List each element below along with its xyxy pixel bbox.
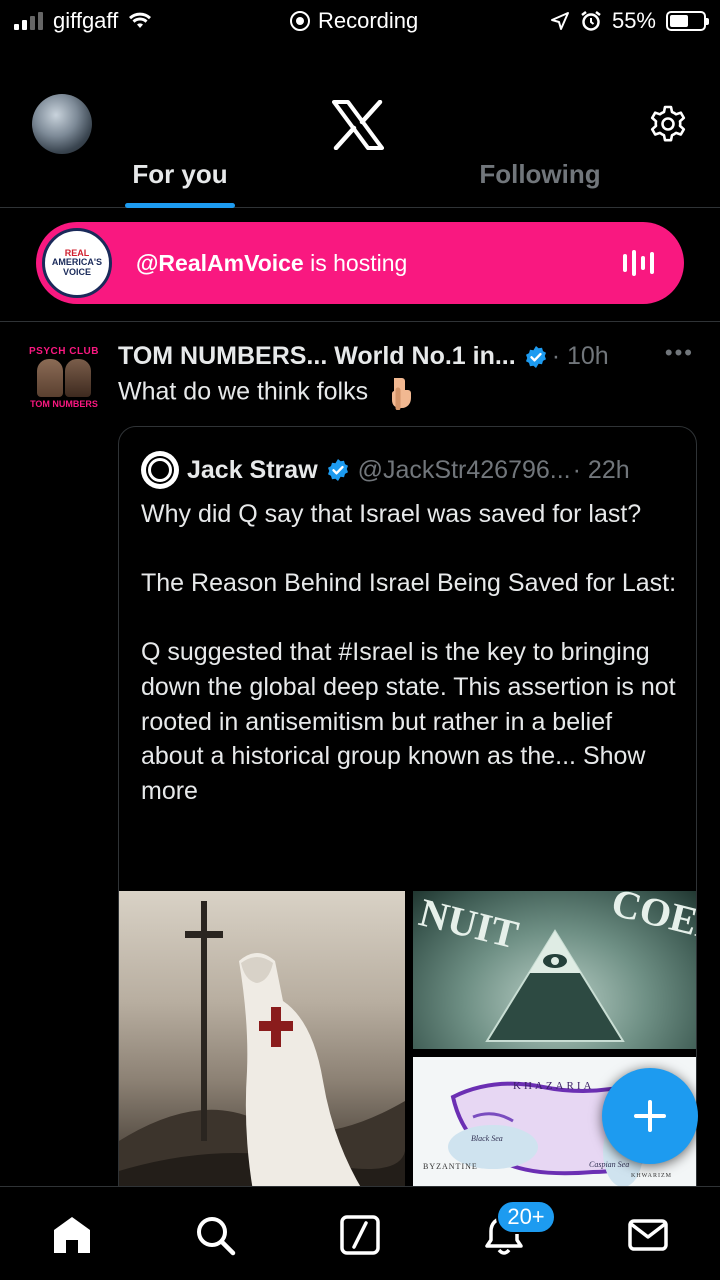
carrier-label: giffgaff — [53, 8, 119, 33]
plus-icon — [634, 1100, 666, 1132]
tab-following[interactable]: Following — [360, 140, 720, 208]
knight-illustration — [119, 901, 405, 1205]
knight-image[interactable] — [119, 891, 405, 1205]
pointing-down-emoji-icon — [392, 378, 412, 410]
tweet-header: TOM NUMBERS... World No.1 in... · 10h — [118, 342, 708, 371]
tweet-text: What do we think folks — [118, 376, 413, 410]
recording-label: Recording — [318, 8, 419, 33]
recording-indicator: Recording — [290, 8, 418, 34]
battery-icon — [666, 11, 709, 31]
live-space-banner[interactable]: REAL AMERICA'S VOICE @RealAmVoice is hos… — [36, 222, 684, 304]
bill-text-left: NUIT — [415, 891, 523, 957]
avatar-text: TOM NUMBERS — [30, 399, 98, 409]
gear-icon[interactable] — [648, 104, 688, 144]
tab-for-you[interactable]: For you — [0, 140, 360, 208]
battery-label: 55% — [611, 8, 656, 33]
map-title: KHAZARIA — [513, 1080, 594, 1092]
space-host-handle: @RealAmVoice — [136, 249, 304, 276]
grok-icon[interactable] — [338, 1213, 382, 1257]
timeline-tabs: For you Following — [0, 140, 720, 208]
space-host-avatar: REAL AMERICA'S VOICE — [42, 228, 112, 298]
status-right: 55% — [550, 8, 709, 34]
quoted-timestamp: · 22h — [572, 455, 630, 484]
tweet-author-avatar[interactable]: PSYCH CLUB TOM NUMBERS — [26, 346, 102, 422]
tab-label: For you — [132, 158, 228, 189]
messages-icon[interactable] — [626, 1213, 670, 1257]
tweet-timestamp[interactable]: · 10h — [552, 342, 609, 371]
search-icon[interactable] — [193, 1213, 237, 1257]
app-header: For you Following — [0, 44, 720, 208]
wifi-icon — [129, 12, 152, 28]
status-bar: giffgaff Recording 55% — [0, 0, 720, 44]
space-status: is hosting — [303, 249, 408, 276]
map-label: Caspian Sea — [589, 1160, 629, 1169]
spaces-bar-container: REAL AMERICA'S VOICE @RealAmVoice is hos… — [0, 208, 720, 322]
verified-badge-icon — [327, 459, 348, 481]
quoted-author-handle: @JackStr426796... — [357, 455, 571, 484]
recording-icon — [290, 11, 310, 31]
notification-count-badge: 20+ — [496, 1200, 556, 1234]
bill-text-right: COEP — [607, 891, 697, 950]
map-label: BYZANTINE — [423, 1162, 478, 1171]
tab-label: Following — [479, 158, 601, 189]
more-options-icon[interactable]: ••• — [665, 340, 694, 366]
space-host-text: @RealAmVoice is hosting — [136, 250, 407, 277]
alarm-icon — [581, 11, 601, 31]
pyramid-eye-image[interactable]: NUIT COEP — [413, 891, 697, 1049]
map-label: Black Sea — [471, 1134, 503, 1143]
location-icon — [550, 12, 569, 30]
quoted-tweet-text: Why did Q say that Israel was saved for … — [141, 497, 681, 808]
logo-text: VOICE — [62, 266, 91, 277]
avatar-text: PSYCH CLUB — [28, 346, 99, 357]
quoted-media-grid: NUIT COEP KHAZARIA Black Sea Caspian Sea… — [119, 891, 697, 1205]
status-left: giffgaff — [14, 8, 152, 34]
tweet-author-name[interactable]: TOM NUMBERS... World No.1 in... — [118, 342, 516, 371]
pyramid-illustration: NUIT COEP — [415, 891, 697, 1042]
quoted-author-avatar — [141, 451, 179, 489]
audio-equalizer-icon — [623, 250, 654, 276]
avatar-faces — [26, 359, 102, 397]
quoted-body: Why did Q say that Israel was saved for … — [141, 500, 677, 771]
tweet-body: What do we think folks — [118, 377, 369, 406]
map-label: KHWARIZM — [631, 1173, 672, 1179]
bottom-navigation — [0, 1186, 720, 1280]
home-icon[interactable] — [50, 1213, 94, 1257]
signal-icon — [14, 12, 43, 30]
compose-post-button[interactable] — [602, 1068, 698, 1164]
quoted-tweet-header: Jack Straw @JackStr426796... · 22h — [141, 451, 630, 489]
tweet[interactable]: PSYCH CLUB TOM NUMBERS TOM NUMBERS... Wo… — [0, 322, 720, 1206]
quoted-author-name: Jack Straw — [187, 455, 318, 484]
verified-badge-icon — [525, 345, 546, 368]
